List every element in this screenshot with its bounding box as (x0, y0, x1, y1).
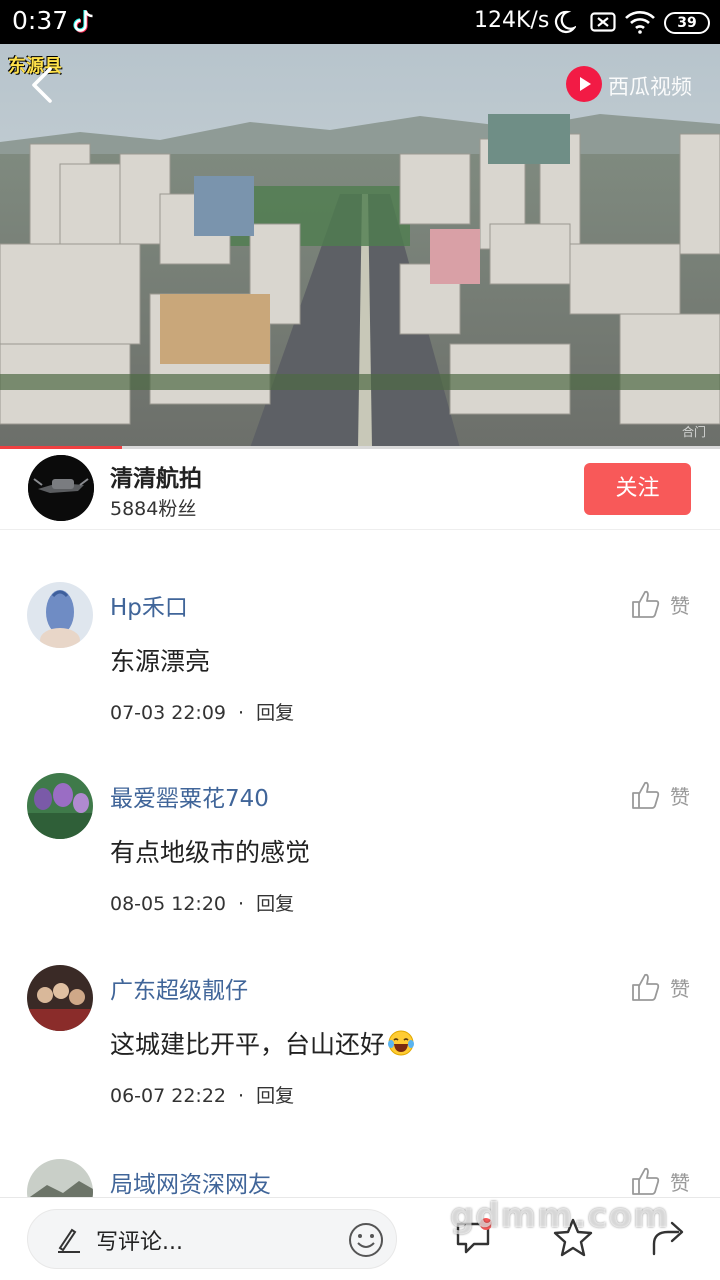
like-label: 赞 (670, 594, 690, 618)
comment-time: 06-07 22:22 (110, 1085, 227, 1107)
comment-item: 最爱罂粟花740 赞 有点地级市的感觉 08-05 12:20 · 回复 (0, 721, 720, 915)
emoji-smile-icon[interactable] (348, 1222, 384, 1258)
comment-item: 广东超级靓仔 赞 这城建比开平，台山还好 06-07 22:22 · 回复 (0, 913, 720, 1107)
network-speed: 124K/s (474, 8, 550, 33)
brand-name: 西瓜视频 (608, 75, 692, 99)
comment-text: 有点地级市的感觉 (110, 838, 311, 867)
commenter-name[interactable]: 最爱罂粟花740 (110, 779, 269, 813)
sim-icon (590, 12, 616, 32)
thumbs-up-icon (632, 590, 660, 618)
status-time: 0:37 (12, 6, 69, 35)
comment-input-placeholder: 写评论... (96, 1230, 183, 1255)
reply-button[interactable]: 回复 (256, 893, 294, 915)
tiktok-icon (73, 10, 93, 33)
back-arrow-icon[interactable] (30, 66, 54, 104)
commenter-name[interactable]: 局域网资深网友 (110, 1165, 271, 1197)
comment-list[interactable]: Hp禾口 赞 东源漂亮 07-03 22:09 · 回复 最爱罂粟花740 赞 … (0, 530, 720, 1197)
thumbs-up-icon (632, 973, 660, 1001)
comment-meta: 08-05 12:20 · 回复 (110, 889, 294, 916)
laughing-tears-emoji-icon (388, 1030, 415, 1056)
like-label: 赞 (670, 977, 690, 1001)
commenter-avatar[interactable] (27, 773, 93, 839)
comment-meta: 06-07 22:22 · 回复 (110, 1081, 294, 1108)
moon-icon (554, 10, 576, 33)
video-player[interactable]: 东源县 西瓜视频 合门 (0, 44, 720, 448)
separator-dot: · (238, 893, 245, 915)
comment-text-row: 这城建比开平，台山还好 (110, 1025, 415, 1061)
aerial-city-image (0, 44, 720, 448)
author-avatar[interactable] (28, 455, 94, 521)
battery-icon: 39 (664, 12, 710, 34)
wifi-icon (625, 11, 655, 34)
author-fans-count: 5884粉丝 (110, 498, 197, 520)
follow-button[interactable]: 关注 (584, 463, 691, 515)
comment-item: Hp禾口 赞 东源漂亮 07-03 22:09 · 回复 (0, 530, 720, 724)
thumbs-up-icon (632, 781, 660, 809)
comment-text: 这城建比开平，台山还好 (110, 1030, 386, 1059)
author-name[interactable]: 清清航拍 (110, 459, 202, 493)
comment-item: 局域网资深网友 赞 (0, 1107, 720, 1197)
reply-button[interactable]: 回复 (256, 1085, 294, 1107)
status-bar: 0:37 124K/s 39 (0, 0, 720, 44)
commenter-avatar[interactable] (27, 1159, 93, 1197)
xigua-logo-icon (566, 66, 602, 102)
author-row: 清清航拍 5884粉丝 关注 (0, 449, 720, 530)
comment-time: 08-05 12:20 (110, 893, 227, 915)
commenter-avatar[interactable] (27, 965, 93, 1031)
commenter-name[interactable]: Hp禾口 (110, 588, 188, 622)
like-label: 赞 (670, 785, 690, 809)
like-label: 赞 (670, 1171, 690, 1195)
thumbs-up-icon (632, 1167, 660, 1195)
video-corner-tag: 合门 (681, 425, 706, 439)
separator-dot: · (238, 1085, 245, 1107)
comment-input[interactable]: 写评论... (27, 1209, 397, 1269)
commenter-avatar[interactable] (27, 582, 93, 648)
commenter-name[interactable]: 广东超级靓仔 (110, 971, 248, 1005)
comment-text: 东源漂亮 (110, 647, 211, 676)
pen-icon (58, 1228, 80, 1253)
site-watermark: gdmm.com (450, 1196, 670, 1236)
